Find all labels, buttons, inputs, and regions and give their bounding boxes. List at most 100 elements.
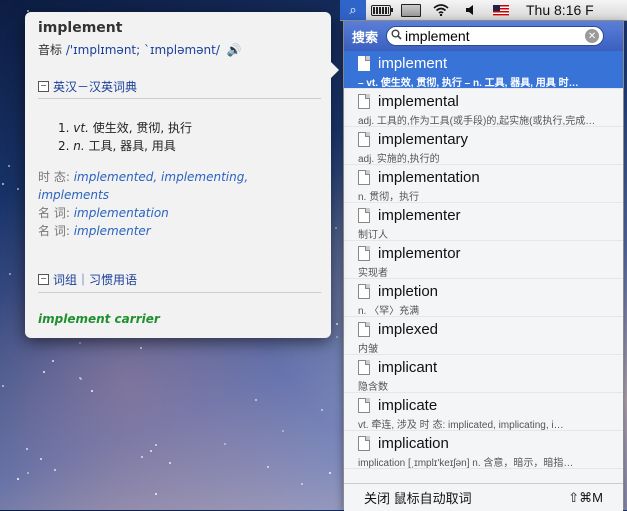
result-word: implicate (378, 396, 438, 414)
result-definition: 实现者 (358, 268, 388, 279)
star (282, 430, 284, 432)
result-word: implexed (378, 320, 439, 338)
volume-icon[interactable] (456, 0, 486, 20)
collapse-icon[interactable]: − (38, 81, 49, 92)
search-input[interactable]: implement (405, 28, 585, 44)
result-title: implementation (358, 168, 617, 186)
form-label: 名 词: (38, 206, 70, 220)
input-flag-icon[interactable] (486, 0, 516, 20)
menu-clock[interactable]: Thu 8:16 F (516, 0, 594, 20)
phrase-link[interactable]: implement carrier (38, 312, 160, 326)
document-icon (358, 321, 370, 337)
result-row[interactable]: implication implication [ˌɪmplɪ'keɪʃən] n… (344, 431, 623, 469)
form-label: 时 态: (38, 170, 70, 184)
result-row[interactable]: implementor 实现者 (344, 241, 623, 279)
star (9, 273, 11, 275)
sense-item: 1. vt. 使生效, 贯彻, 执行 (58, 119, 192, 137)
divider (38, 98, 321, 99)
battery-icon[interactable] (366, 0, 396, 20)
result-title: impletion (358, 282, 617, 300)
section-dictionary[interactable]: − 英汉－汉英词典 (38, 78, 137, 95)
result-title: implicant (358, 358, 617, 376)
word-forms: 时 态: implemented, implementing, implemen… (38, 168, 318, 240)
star (40, 458, 42, 460)
result-word: implicant (378, 358, 438, 376)
search-field[interactable]: implement ✕ (386, 26, 605, 46)
star (155, 444, 157, 446)
result-row[interactable]: impletion n. 〈罕〉充满 (344, 279, 623, 317)
sense-text: 工具, 器具, 用具 (88, 139, 176, 153)
divider (38, 292, 321, 293)
speaker-icon[interactable]: 🔊 (227, 43, 242, 57)
result-word: implemental (378, 92, 459, 110)
spotlight-panel: 搜索 implement ✕ implement – vt. 使生效, 贯彻, 执… (343, 21, 624, 511)
result-word: implication (378, 434, 449, 452)
sense-number: 1. (58, 121, 70, 135)
sense-item: 2. n. 工具, 器具, 用具 (58, 137, 192, 155)
star (26, 448, 28, 450)
star (17, 478, 19, 480)
result-row[interactable]: implementation n. 贯彻，执行 (344, 165, 623, 203)
popover-arrow (331, 62, 339, 78)
star (8, 165, 10, 167)
star (169, 462, 171, 464)
form-label: 名 词: (38, 224, 70, 238)
collapse-icon[interactable]: − (38, 274, 49, 285)
result-title: implexed (358, 320, 617, 338)
result-title: implementor (358, 244, 617, 262)
result-definition: implication [ˌɪmplɪ'keɪʃən] n. 含意，暗示，暗指… (358, 458, 574, 469)
result-definition: vt. 牵连, 涉及 时 态: implicated, implicating,… (358, 420, 564, 431)
star (54, 469, 56, 471)
result-row[interactable]: implemental adj. 工具的,作为工具(或手段)的,起实施(或执行,完… (344, 89, 623, 127)
star (2, 183, 4, 185)
result-title: implemental (358, 92, 617, 110)
result-row[interactable]: implement – vt. 使生效, 贯彻, 执行 – n. 工具, 器具, … (344, 51, 623, 89)
result-definition: adj. 实施的,执行的 (358, 154, 440, 165)
result-row[interactable]: implicant 隐含数 (344, 355, 623, 393)
document-icon (358, 55, 370, 71)
result-row[interactable]: implexed 内皱 (344, 317, 623, 355)
result-definition: adj. 工具的,作为工具(或手段)的,起实施(或执行,完成… (358, 116, 596, 127)
result-definition: 隐含数 (358, 382, 388, 393)
section-title[interactable]: 词组｜习惯用语 (53, 271, 137, 288)
result-definition: n. 贯彻，执行 (358, 192, 420, 203)
result-row[interactable]: implicate vt. 牵连, 涉及 时 态: implicated, imp… (344, 393, 623, 431)
document-icon (358, 245, 370, 261)
noun-form: 名 词: implementation (38, 204, 318, 222)
document-icon (358, 397, 370, 413)
footer-action-label[interactable]: 关闭 鼠标自动取词 (364, 488, 472, 507)
headword: implement (38, 20, 123, 36)
display-icon[interactable] (396, 0, 426, 20)
noun-form: 名 词: implementer (38, 222, 318, 240)
result-row[interactable]: implementer 制订人 (344, 203, 623, 241)
star (336, 323, 338, 325)
result-definition: 制订人 (358, 230, 388, 241)
result-row[interactable]: implementary adj. 实施的,执行的 (344, 127, 623, 165)
result-word: implementation (378, 168, 480, 186)
clear-search-icon[interactable]: ✕ (585, 29, 600, 43)
section-title[interactable]: 英汉－汉英词典 (53, 78, 137, 95)
dictionary-popover: implement 音标 /'ɪmplɪmənt; `ɪmpləmənt/ 🔊 … (25, 12, 339, 338)
sense-list: 1. vt. 使生效, 贯彻, 执行 2. n. 工具, 器具, 用具 (58, 119, 192, 155)
star (52, 360, 54, 362)
form-link[interactable]: implemented, implementing, implements (38, 170, 248, 202)
star (27, 472, 29, 474)
wifi-icon[interactable] (426, 0, 456, 20)
star (155, 493, 157, 495)
star (301, 483, 303, 485)
form-link[interactable]: implementation (74, 206, 169, 220)
form-link[interactable]: implementer (74, 224, 151, 238)
result-definition: 内皱 (358, 344, 378, 355)
part-of-speech: n. (73, 139, 85, 153)
result-list: implement – vt. 使生效, 贯彻, 执行 – n. 工具, 器具, … (344, 51, 623, 469)
star (17, 188, 19, 190)
star (91, 390, 93, 392)
result-word: implement (378, 54, 448, 72)
search-label: 搜索 (352, 29, 379, 45)
result-title: implementer (358, 206, 617, 224)
spotlight-menu-icon[interactable]: ⌕ (340, 0, 366, 20)
star (336, 336, 338, 338)
spotlight-footer[interactable]: 关闭 鼠标自动取词 ⇧⌘M (344, 483, 623, 511)
section-phrases[interactable]: − 词组｜习惯用语 (38, 271, 137, 288)
star (141, 456, 143, 458)
